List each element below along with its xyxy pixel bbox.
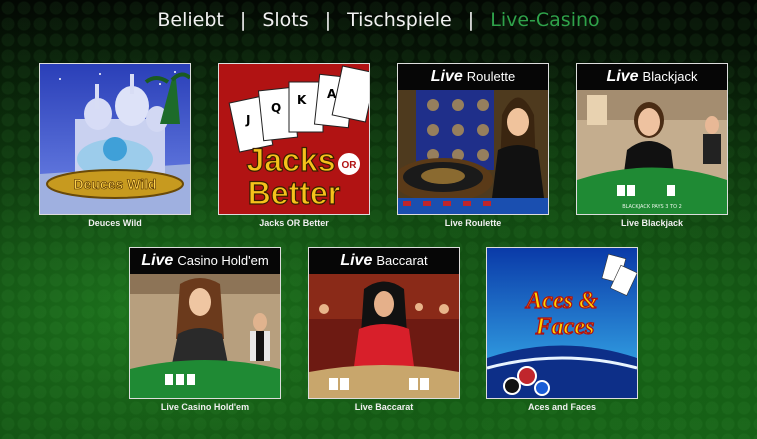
game-tile-jacks-or-better[interactable]: J Q K A Jacks OR Better Jacks OR Better <box>218 63 370 228</box>
aces-and-faces-artwork: Aces & Faces <box>487 248 637 398</box>
nav-live-casino[interactable]: Live-Casino <box>490 9 599 31</box>
live-label: Live <box>606 68 639 85</box>
game-caption[interactable]: Deuces Wild <box>39 218 191 228</box>
svg-text:Q: Q <box>271 101 281 115</box>
live-game-title: Casino Hold'em <box>177 253 269 268</box>
live-title-bar: Live Roulette <box>398 64 548 90</box>
game-thumbnail[interactable]: Live Blackjack BLACKJACK PAYS 3 TO 2 <box>576 63 728 215</box>
game-thumbnail[interactable]: Live Roulette <box>397 63 549 215</box>
holdem-scene <box>130 274 280 398</box>
live-label: Live <box>141 252 174 269</box>
faces-logo: Faces <box>535 314 595 340</box>
jacks-or-better-artwork: J Q K A Jacks OR Better <box>219 64 369 214</box>
game-thumbnail[interactable]: Aces & Faces <box>486 247 638 399</box>
svg-text:BLACKJACK PAYS 3 TO 2: BLACKJACK PAYS 3 TO 2 <box>622 204 682 210</box>
live-title-bar: Live Casino Hold'em <box>130 248 280 274</box>
live-label: Live <box>340 252 373 269</box>
blackjack-scene: BLACKJACK PAYS 3 TO 2 <box>577 90 727 214</box>
game-tile-live-casino-holdem[interactable]: Live Casino Hold'em Live Casino Hold'em <box>129 247 281 412</box>
game-caption[interactable]: Live Blackjack <box>576 218 728 228</box>
better-logo: Better <box>248 175 340 211</box>
nav-slots[interactable]: Slots <box>262 9 308 31</box>
nav-separator: | <box>324 9 332 31</box>
game-thumbnail[interactable]: J Q K A Jacks OR Better <box>218 63 370 215</box>
live-title-bar: Live Baccarat <box>309 248 459 274</box>
baccarat-scene <box>309 274 459 398</box>
roulette-scene <box>398 90 548 214</box>
live-title-bar: Live Blackjack <box>577 64 727 90</box>
or-logo: OR <box>342 160 358 171</box>
game-tile-aces-and-faces[interactable]: Aces & Faces Aces and Faces <box>486 247 638 412</box>
live-game-title: Blackjack <box>642 69 698 84</box>
nav-separator: | <box>239 9 247 31</box>
game-tile-live-roulette[interactable]: Live Roulette Live Roulette <box>397 63 549 228</box>
svg-text:J: J <box>245 113 250 127</box>
nav-tischspiele[interactable]: Tischspiele <box>347 9 452 31</box>
svg-text:K: K <box>297 93 307 107</box>
game-thumbnail[interactable]: Deuces Wild <box>39 63 191 215</box>
nav-beliebt[interactable]: Beliebt <box>157 9 223 31</box>
game-tile-live-baccarat[interactable]: Live Baccarat Live Baccarat <box>308 247 460 412</box>
aces-logo: Aces & <box>524 288 598 314</box>
game-caption[interactable]: Live Casino Hold'em <box>129 402 281 412</box>
live-game-title: Baccarat <box>376 253 428 268</box>
jacks-logo: Jacks <box>247 142 336 178</box>
game-caption[interactable]: Aces and Faces <box>486 402 638 412</box>
deuces-wild-logo: Deuces Wild <box>73 176 156 192</box>
category-nav: Beliebt | Slots | Tischspiele | Live-Cas… <box>0 9 757 31</box>
game-thumbnail[interactable]: Live Casino Hold'em <box>129 247 281 399</box>
nav-separator: | <box>467 9 475 31</box>
game-caption[interactable]: Jacks OR Better <box>218 218 370 228</box>
game-tile-deuces-wild[interactable]: Deuces Wild Deuces Wild <box>39 63 191 228</box>
game-tile-live-blackjack[interactable]: Live Blackjack BLACKJACK PAYS 3 TO 2 Live… <box>576 63 728 228</box>
live-game-title: Roulette <box>466 69 516 84</box>
live-label: Live <box>430 68 463 85</box>
game-thumbnail[interactable]: Live Baccarat <box>308 247 460 399</box>
game-caption[interactable]: Live Baccarat <box>308 402 460 412</box>
svg-text:A: A <box>327 87 337 101</box>
game-caption[interactable]: Live Roulette <box>397 218 549 228</box>
deuces-wild-artwork: Deuces Wild <box>40 64 190 214</box>
